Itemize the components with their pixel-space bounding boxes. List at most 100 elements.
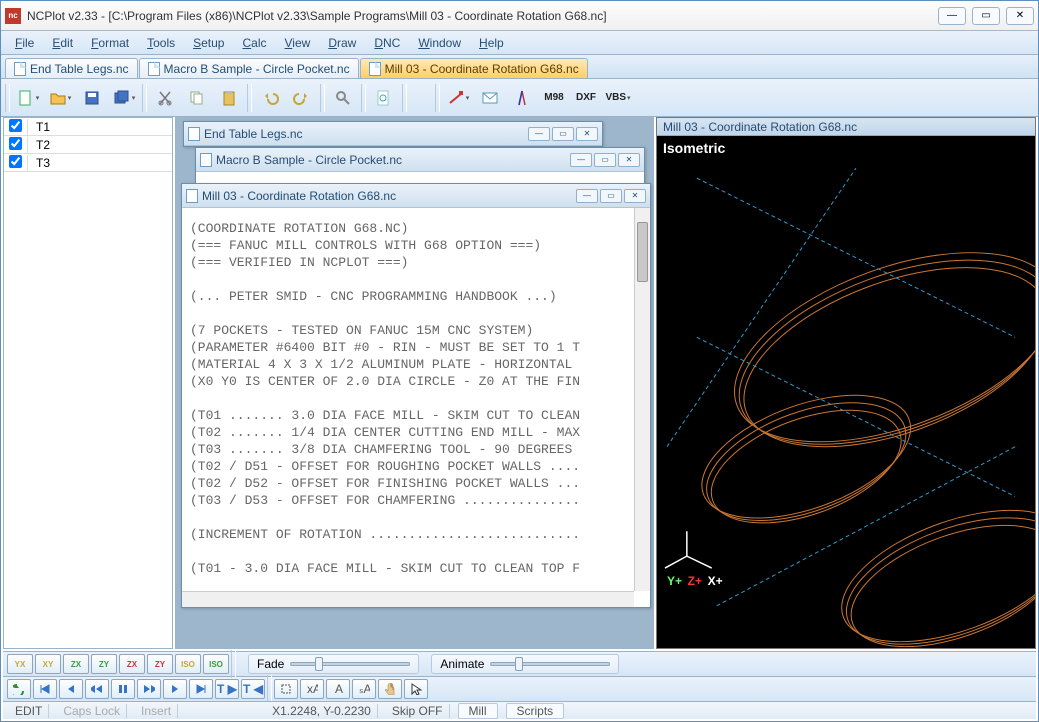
view-button-zy[interactable]: ZY bbox=[91, 654, 117, 674]
pause-button[interactable] bbox=[111, 679, 135, 699]
tool-checkbox[interactable] bbox=[9, 119, 22, 132]
view-button-zx[interactable]: ZX bbox=[63, 654, 89, 674]
menu-calc[interactable]: Calc bbox=[234, 34, 274, 52]
fade-label: Fade bbox=[257, 657, 284, 671]
save-button[interactable] bbox=[78, 84, 106, 112]
open-file-button[interactable]: ▾ bbox=[46, 84, 74, 112]
scrollbar-vertical[interactable] bbox=[634, 208, 650, 591]
title-bar: nc NCPlot v2.33 - [C:\Program Files (x86… bbox=[1, 1, 1038, 31]
view-button-xy[interactable]: XY bbox=[35, 654, 61, 674]
status-edit: EDIT bbox=[9, 704, 49, 718]
svg-text:xA: xA bbox=[307, 683, 318, 695]
menu-format[interactable]: Format bbox=[83, 34, 137, 52]
menu-window[interactable]: Window bbox=[410, 34, 469, 52]
paste-button[interactable] bbox=[215, 84, 243, 112]
maximize-button[interactable]: ▭ bbox=[972, 7, 1000, 25]
view-button-zx[interactable]: ZX bbox=[119, 654, 145, 674]
xA-tool-button[interactable]: xA bbox=[300, 679, 324, 699]
doc-window-2-title: Macro B Sample - Circle Pocket.nc bbox=[216, 153, 402, 167]
reset-button[interactable] bbox=[7, 679, 31, 699]
max-icon[interactable]: ▭ bbox=[600, 189, 622, 203]
view-button-zy[interactable]: ZY bbox=[147, 654, 173, 674]
scrollbar-horizontal[interactable] bbox=[182, 591, 634, 607]
window-title: NCPlot v2.33 - [C:\Program Files (x86)\N… bbox=[27, 9, 607, 23]
tool-row[interactable]: T3 bbox=[4, 154, 172, 172]
view-button-yx[interactable]: YX bbox=[7, 654, 33, 674]
menu-setup[interactable]: Setup bbox=[185, 34, 232, 52]
playback-toolbar: T ▶T ◀ xA AₛA bbox=[3, 676, 1036, 701]
animate-slider[interactable]: Animate bbox=[431, 654, 619, 674]
status-skip: Skip OFF bbox=[386, 704, 450, 718]
close-button[interactable]: ✕ bbox=[1006, 7, 1034, 25]
document-icon bbox=[369, 62, 381, 76]
max-icon[interactable]: ▭ bbox=[552, 127, 574, 141]
close-icon[interactable]: ✕ bbox=[624, 189, 646, 203]
dxf-button[interactable]: DXF bbox=[572, 84, 600, 112]
save-all-button[interactable]: ▾ bbox=[110, 84, 138, 112]
step-back-button[interactable] bbox=[59, 679, 83, 699]
new-file-button[interactable]: ▾ bbox=[14, 84, 42, 112]
menu-file[interactable]: File bbox=[7, 34, 42, 52]
status-mill-button[interactable]: Mill bbox=[458, 703, 498, 719]
min-icon[interactable]: — bbox=[528, 127, 550, 141]
mail-button[interactable] bbox=[476, 84, 504, 112]
forward-button[interactable] bbox=[137, 679, 161, 699]
menu-tools[interactable]: Tools bbox=[139, 34, 183, 52]
menu-draw[interactable]: Draw bbox=[320, 34, 364, 52]
m98-button[interactable]: M98 bbox=[540, 84, 568, 112]
status-coords: X1.2248, Y-0.2230 bbox=[266, 704, 378, 718]
tool-row[interactable]: T1 bbox=[4, 118, 172, 136]
doc-tab[interactable]: Macro B Sample - Circle Pocket.nc bbox=[139, 58, 359, 78]
status-scripts-button[interactable]: Scripts bbox=[506, 703, 565, 719]
options-button[interactable] bbox=[370, 84, 398, 112]
tool-checkbox[interactable] bbox=[9, 137, 22, 150]
min-icon[interactable]: — bbox=[576, 189, 598, 203]
vbs-button[interactable]: VBS▾ bbox=[604, 84, 632, 112]
cursor-tool-button[interactable] bbox=[404, 679, 428, 699]
cut-button[interactable] bbox=[151, 84, 179, 112]
view-button-iso[interactable]: ISO bbox=[203, 654, 229, 674]
doc-tab[interactable]: Mill 03 - Coordinate Rotation G68.nc bbox=[360, 58, 588, 78]
animate-label: Animate bbox=[440, 657, 484, 671]
text-step-button-1[interactable]: T ◀ bbox=[241, 679, 265, 699]
skip-end-button[interactable] bbox=[189, 679, 213, 699]
plot-viewport[interactable]: Mill 03 - Coordinate Rotation G68.nc Iso… bbox=[656, 117, 1036, 649]
view-button-iso[interactable]: ISO bbox=[175, 654, 201, 674]
tool-checkbox[interactable] bbox=[9, 155, 22, 168]
tool-red-button[interactable]: ▾ bbox=[444, 84, 472, 112]
text-step-button-0[interactable]: T ▶ bbox=[215, 679, 239, 699]
rewind-button[interactable] bbox=[85, 679, 109, 699]
doc-tab[interactable]: End Table Legs.nc bbox=[5, 58, 138, 78]
app-icon: nc bbox=[5, 8, 21, 24]
min-icon[interactable]: — bbox=[570, 153, 592, 167]
A-tool-button[interactable]: A bbox=[326, 679, 350, 699]
find-button[interactable] bbox=[329, 84, 357, 112]
fade-slider[interactable]: Fade bbox=[248, 654, 419, 674]
status-caps: Caps Lock bbox=[57, 704, 127, 718]
select-tool-button[interactable] bbox=[274, 679, 298, 699]
compass-button[interactable] bbox=[508, 84, 536, 112]
menu-dnc[interactable]: DNC bbox=[366, 34, 408, 52]
tool-list: T1T2T3 bbox=[3, 117, 173, 649]
copy-button[interactable] bbox=[183, 84, 211, 112]
skip-start-button[interactable] bbox=[33, 679, 57, 699]
max-icon[interactable]: ▭ bbox=[594, 153, 616, 167]
document-icon bbox=[14, 62, 26, 76]
close-icon[interactable]: ✕ bbox=[576, 127, 598, 141]
menu-edit[interactable]: Edit bbox=[44, 34, 81, 52]
redo-button[interactable] bbox=[288, 84, 316, 112]
undo-button[interactable] bbox=[256, 84, 284, 112]
close-icon[interactable]: ✕ bbox=[618, 153, 640, 167]
minimize-button[interactable]: — bbox=[938, 7, 966, 25]
hand-tool-button[interactable] bbox=[378, 679, 402, 699]
menu-view[interactable]: View bbox=[277, 34, 319, 52]
doc-window-1[interactable]: End Table Legs.nc — ▭ ✕ bbox=[183, 121, 603, 147]
doc-window-1-title: End Table Legs.nc bbox=[204, 127, 303, 141]
sA-tool-button[interactable]: ₛA bbox=[352, 679, 376, 699]
tool-row[interactable]: T2 bbox=[4, 136, 172, 154]
menu-help[interactable]: Help bbox=[471, 34, 512, 52]
doc-window-3[interactable]: Mill 03 - Coordinate Rotation G68.nc — ▭… bbox=[181, 183, 651, 608]
doc-window-3-title: Mill 03 - Coordinate Rotation G68.nc bbox=[202, 189, 396, 203]
step-fwd-button[interactable] bbox=[163, 679, 187, 699]
code-editor[interactable]: (COORDINATE ROTATION G68.NC) (=== FANUC … bbox=[182, 208, 650, 589]
